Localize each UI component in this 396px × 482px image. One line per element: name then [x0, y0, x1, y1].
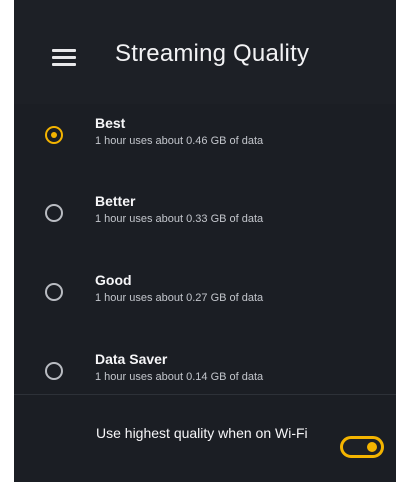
option-label: Better: [95, 193, 136, 209]
radio-button[interactable]: [45, 204, 63, 222]
quality-option-best[interactable]: Best 1 hour uses about 0.46 GB of data: [14, 104, 396, 182]
wifi-setting-label: Use highest quality when on Wi-Fi: [96, 425, 308, 441]
menu-line: [52, 63, 76, 66]
divider: [14, 394, 396, 395]
option-label: Best: [95, 115, 126, 131]
menu-line: [52, 56, 76, 59]
option-description: 1 hour uses about 0.33 GB of data: [95, 213, 264, 225]
quality-option-data-saver[interactable]: Data Saver 1 hour uses about 0.14 GB of …: [14, 340, 396, 418]
header-bar: Streaming Quality: [14, 0, 396, 104]
menu-line: [52, 49, 76, 52]
option-description: 1 hour uses about 0.14 GB of data: [95, 371, 264, 383]
option-label: Good: [95, 272, 132, 288]
hamburger-menu-icon[interactable]: [52, 48, 76, 68]
option-description: 1 hour uses about 0.46 GB of data: [95, 135, 264, 147]
option-label: Data Saver: [95, 351, 168, 367]
wifi-quality-toggle[interactable]: [340, 436, 384, 458]
option-description: 1 hour uses about 0.27 GB of data: [95, 292, 264, 304]
wifi-quality-setting: Use highest quality when on Wi-Fi: [14, 414, 396, 472]
quality-option-good[interactable]: Good 1 hour uses about 0.27 GB of data: [14, 261, 396, 339]
toggle-knob: [367, 442, 377, 452]
quality-option-better[interactable]: Better 1 hour uses about 0.33 GB of data: [14, 182, 396, 260]
radio-button[interactable]: [45, 362, 63, 380]
page-title: Streaming Quality: [115, 40, 310, 67]
radio-dot-icon: [51, 132, 57, 138]
radio-button[interactable]: [45, 283, 63, 301]
streaming-quality-screen: Streaming Quality Best 1 hour uses about…: [14, 0, 396, 482]
radio-button-selected[interactable]: [45, 126, 63, 144]
